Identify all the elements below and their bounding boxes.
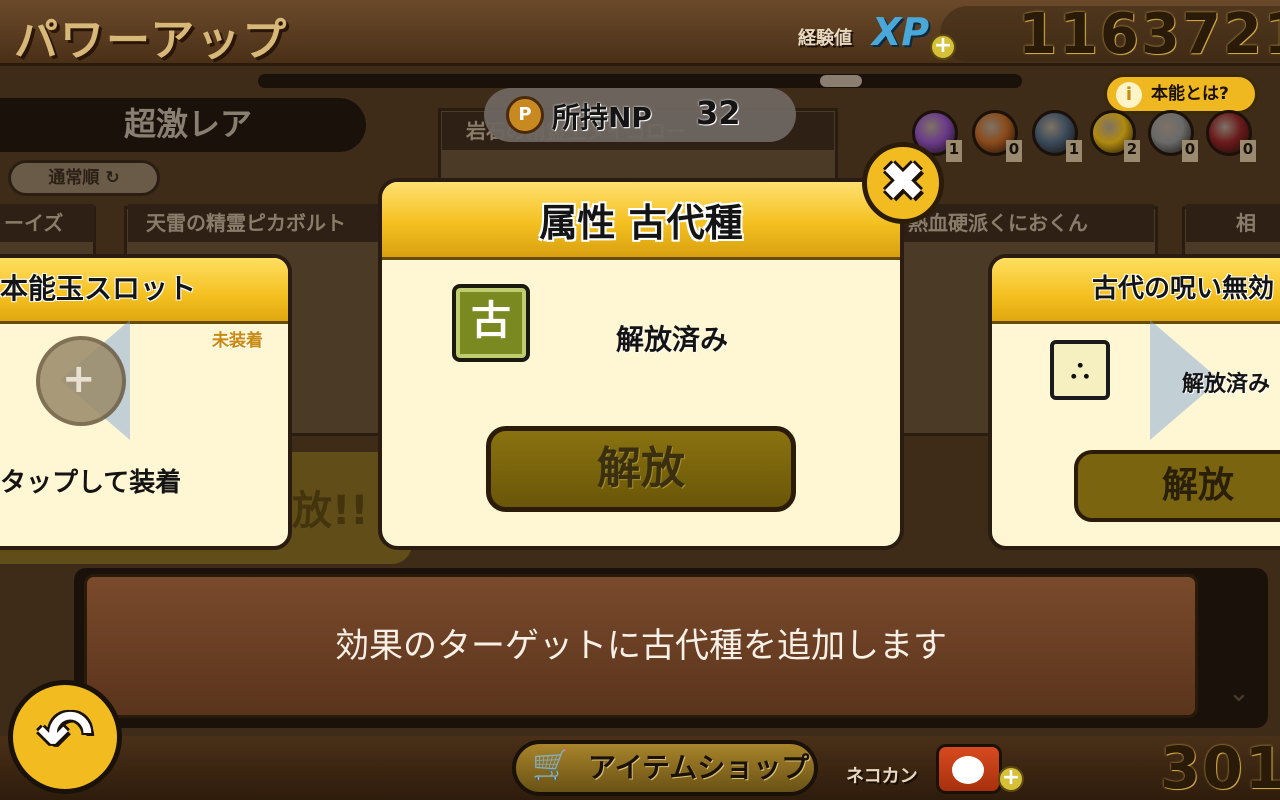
- add-xp-button[interactable]: +: [930, 34, 956, 60]
- tap-to-equip-hint: タップして装着: [0, 468, 182, 498]
- plus-icon: +: [62, 356, 96, 402]
- xp-icon: XP: [872, 10, 930, 54]
- unlock-button[interactable]: 解放: [486, 426, 796, 512]
- background-card-title: ーイズ: [0, 204, 94, 242]
- background-card-title: 熱血硬派くにおくん: [904, 204, 1154, 242]
- orb-count: 1: [946, 140, 962, 162]
- cat-food-value: 301: [1160, 734, 1280, 800]
- orb-count: 0: [1240, 140, 1256, 162]
- description-text: 効果のターゲットに古代種を追加します: [335, 627, 947, 665]
- xp-value: 1163721: [1018, 2, 1280, 67]
- curse-immunity-status: 解放済み: [1182, 372, 1271, 397]
- curse-immunity-title: 古代の呪い無効: [992, 258, 1280, 324]
- cart-icon: 🛒: [532, 748, 570, 783]
- info-icon: i: [1116, 82, 1142, 108]
- np-value: 32: [696, 94, 741, 132]
- ancient-trait-icon: 古: [452, 284, 530, 362]
- dialog-title: 属性 古代種: [539, 201, 743, 245]
- cat-face-icon: [952, 756, 984, 784]
- background-release-text: 放!!: [292, 488, 369, 534]
- background-card-title: 相: [1186, 204, 1280, 242]
- page-title: パワーアップ: [14, 15, 289, 66]
- unlock-status: 解放済み: [616, 323, 729, 356]
- back-button[interactable]: ↶: [8, 680, 122, 794]
- unequipped-label: 未装着: [212, 331, 263, 351]
- xp-label: 経験値: [798, 28, 852, 49]
- instinct-slot-title: 本能玉スロット: [0, 258, 288, 324]
- np-label: 所持NP: [552, 101, 652, 134]
- chevron-down-icon[interactable]: ⌄: [1228, 678, 1250, 708]
- orb-count: 2: [1124, 140, 1140, 162]
- rarity-tab[interactable]: 超激レア: [0, 98, 366, 152]
- orb-count: 1: [1066, 140, 1082, 162]
- refresh-icon: ↻: [105, 168, 120, 188]
- dialog-header: 属性 古代種: [382, 182, 900, 260]
- curse-immunity-unlock-button[interactable]: 解放: [1074, 450, 1280, 522]
- np-icon: P: [506, 96, 544, 134]
- cat-food-label: ネコカン: [846, 766, 918, 787]
- orb-count: 0: [1006, 140, 1022, 162]
- background-card-title: 天雷の精霊ピカボルト: [128, 204, 380, 242]
- sort-label: 通常順: [48, 168, 100, 188]
- scroll-track[interactable]: [258, 74, 1022, 88]
- add-cat-food-button[interactable]: +: [998, 766, 1024, 792]
- orb-count: 0: [1182, 140, 1198, 162]
- scroll-thumb[interactable]: [820, 75, 862, 87]
- curse-immunity-icon: ⛬: [1050, 340, 1110, 400]
- sort-button[interactable]: 通常順 ↻: [8, 160, 160, 196]
- close-icon[interactable]: ✖: [862, 142, 944, 224]
